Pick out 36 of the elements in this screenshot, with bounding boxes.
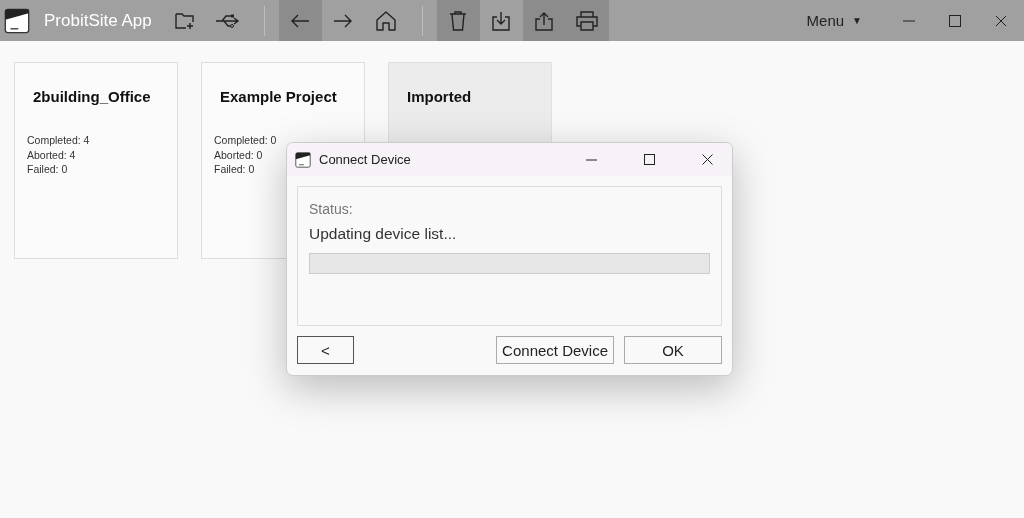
project-name: 2building_Office bbox=[33, 88, 152, 105]
status-label: Status: bbox=[309, 201, 354, 217]
back-arrow-icon bbox=[290, 12, 311, 29]
app-icon bbox=[4, 7, 30, 34]
project-name: Example Project bbox=[220, 88, 338, 105]
close-icon bbox=[701, 154, 713, 165]
app-icon bbox=[295, 151, 311, 168]
download-icon bbox=[491, 10, 512, 31]
back-button[interactable]: < bbox=[297, 336, 354, 364]
project-stat: Aborted: 4 bbox=[27, 147, 76, 162]
printer-icon bbox=[576, 10, 599, 31]
project-stat: Completed: 0 bbox=[214, 133, 277, 148]
maximize-icon bbox=[643, 154, 655, 165]
connect-device-button[interactable]: Connect Device bbox=[496, 336, 614, 364]
minimize-icon bbox=[585, 158, 597, 161]
ok-button[interactable]: OK bbox=[624, 336, 722, 364]
delete-button[interactable] bbox=[436, 0, 480, 41]
project-stat: Failed: 0 bbox=[214, 162, 255, 177]
home-icon bbox=[375, 10, 398, 31]
upload-button[interactable] bbox=[522, 0, 566, 41]
menu-button[interactable]: Menu ▼ bbox=[800, 11, 868, 30]
project-stat: Aborted: 0 bbox=[214, 147, 263, 162]
print-button[interactable] bbox=[565, 0, 609, 41]
new-folder-icon bbox=[174, 10, 197, 31]
project-stat: Completed: 4 bbox=[27, 133, 90, 148]
close-icon bbox=[995, 14, 1007, 27]
forward-arrow-icon bbox=[333, 12, 354, 29]
project-stat: Failed: 0 bbox=[27, 162, 68, 177]
minimize-icon bbox=[903, 19, 915, 22]
trash-icon bbox=[449, 10, 468, 31]
maximize-icon bbox=[949, 14, 961, 27]
upload-icon bbox=[534, 10, 555, 31]
project-card[interactable]: 2building_Office Completed: 4 Aborted: 4 Failed: 0 bbox=[14, 62, 178, 259]
app-title: ProbitSite App bbox=[44, 10, 152, 31]
back-button[interactable] bbox=[278, 0, 322, 41]
project-name: Imported bbox=[407, 88, 473, 105]
